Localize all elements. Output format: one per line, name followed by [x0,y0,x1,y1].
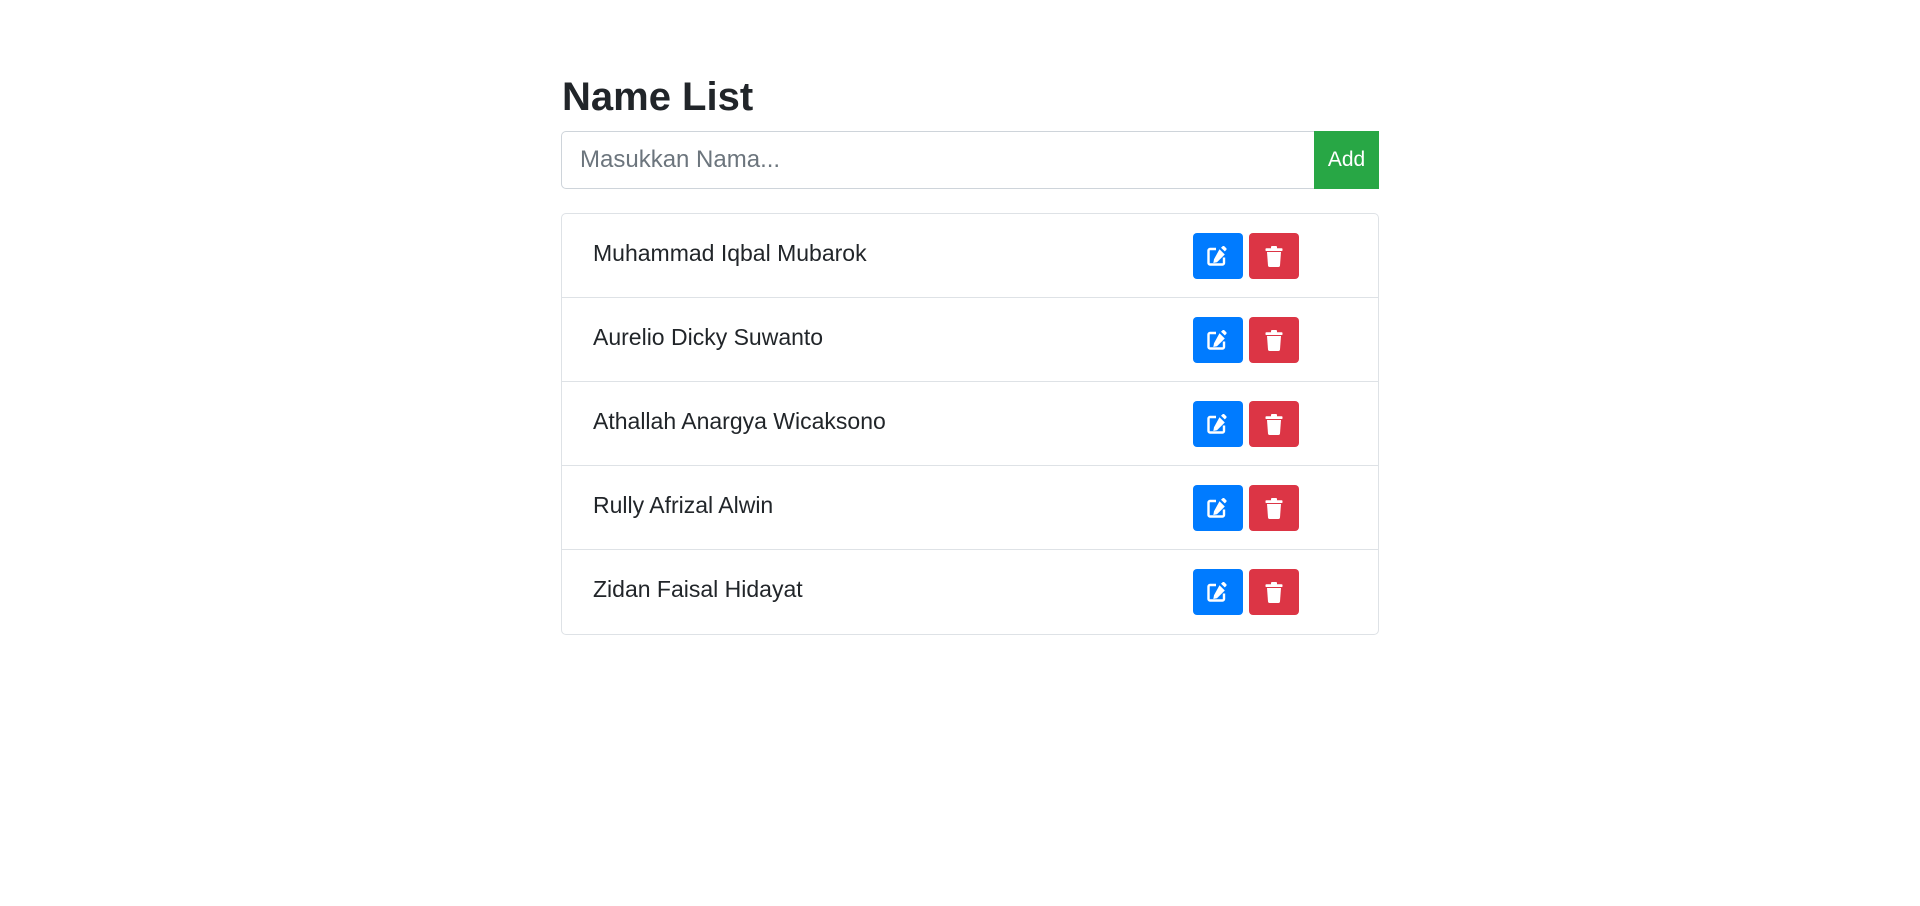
list-item-name: Aurelio Dicky Suwanto [593,324,824,350]
edit-button[interactable] [1193,569,1243,615]
delete-button[interactable] [1249,485,1299,531]
item-actions [1193,317,1299,363]
list-item-name: Athallah Anargya Wicaksono [593,408,886,434]
trash-icon [1265,245,1283,267]
edit-button[interactable] [1193,401,1243,447]
page-title: Name List [562,75,754,119]
list-item: Muhammad Iqbal Mubarok [562,214,1378,298]
list-item: Aurelio Dicky Suwanto [562,298,1378,382]
edit-icon [1207,414,1229,434]
edit-icon [1207,582,1229,602]
item-actions [1193,485,1299,531]
add-name-form: Add [561,131,1379,189]
list-item: Zidan Faisal Hidayat [562,550,1378,634]
delete-button[interactable] [1249,401,1299,447]
trash-icon [1265,581,1283,603]
delete-button[interactable] [1249,317,1299,363]
edit-icon [1207,246,1229,266]
edit-icon [1207,498,1229,518]
delete-button[interactable] [1249,233,1299,279]
list-item-name: Rully Afrizal Alwin [593,492,774,518]
trash-icon [1265,497,1283,519]
list-item: Rully Afrizal Alwin [562,466,1378,550]
list-item-name: Muhammad Iqbal Mubarok [593,240,867,266]
item-actions [1193,401,1299,447]
item-actions [1193,569,1299,615]
name-list: Muhammad Iqbal Mubarok Aurelio Dicky Suw… [561,213,1379,635]
edit-button[interactable] [1193,317,1243,363]
list-item-name: Zidan Faisal Hidayat [593,576,803,602]
list-item: Athallah Anargya Wicaksono [562,382,1378,466]
edit-icon [1207,330,1229,350]
trash-icon [1265,413,1283,435]
name-input[interactable] [561,131,1314,189]
add-button[interactable]: Add [1314,131,1379,189]
delete-button[interactable] [1249,569,1299,615]
name-list-container: Name List Add Muhammad Iqbal Mubarok [561,70,1379,635]
trash-icon [1265,329,1283,351]
item-actions [1193,233,1299,279]
edit-button[interactable] [1193,233,1243,279]
edit-button[interactable] [1193,485,1243,531]
